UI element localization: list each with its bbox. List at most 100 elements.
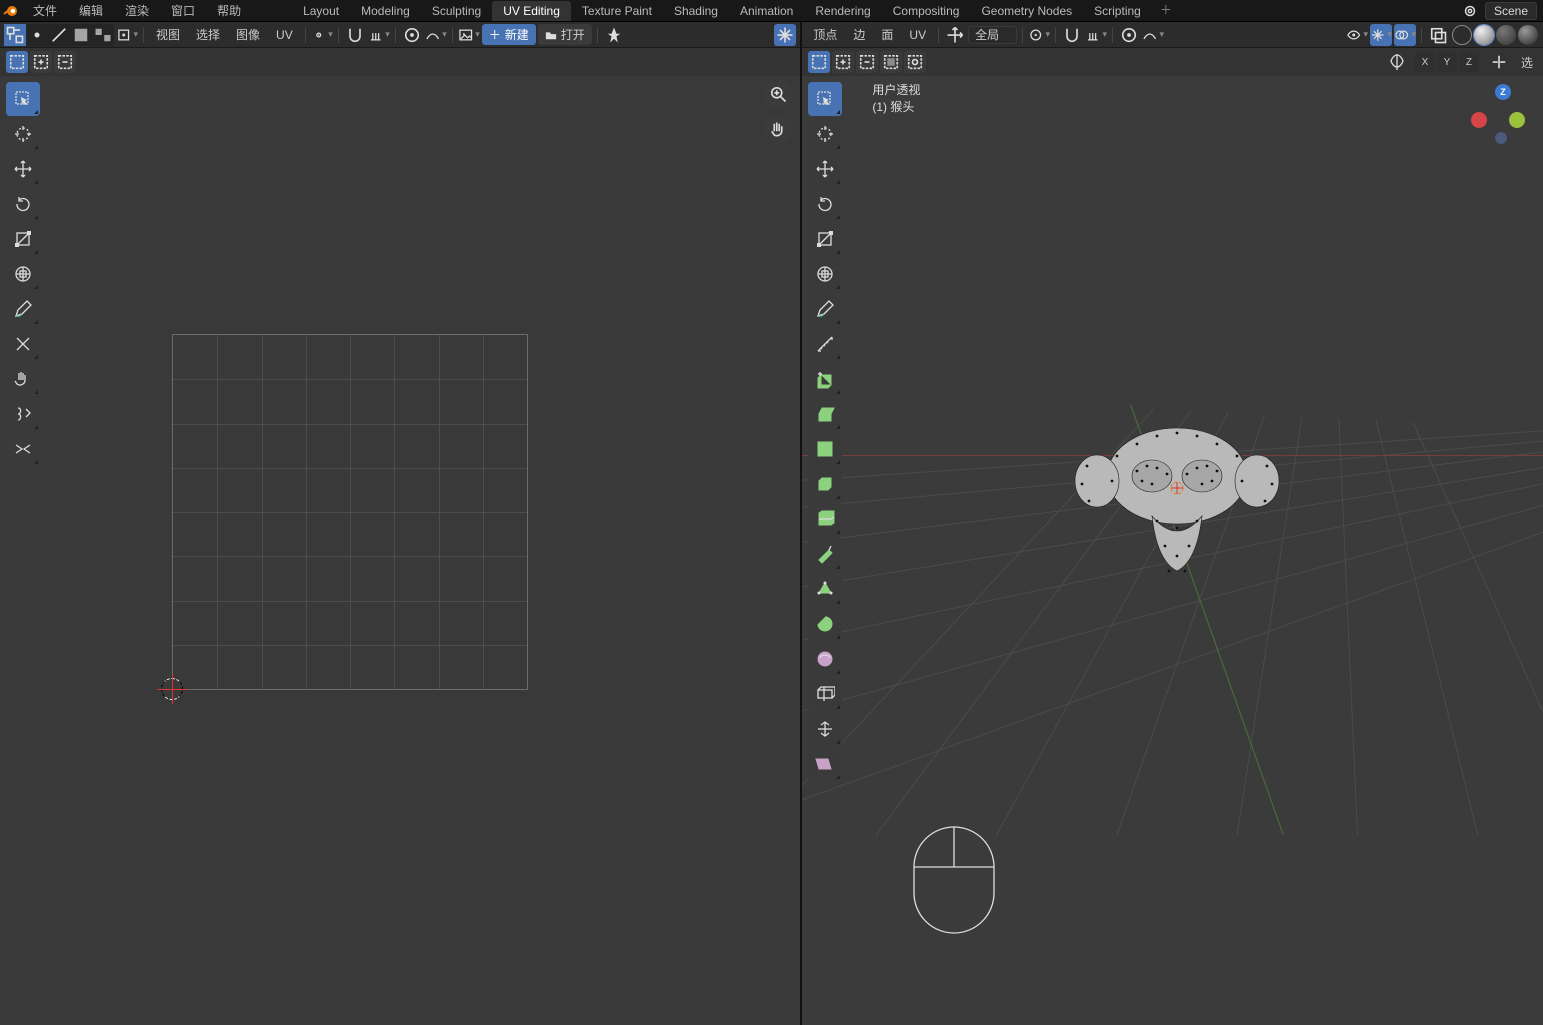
3d-menu-uv[interactable]: UV: [902, 28, 933, 42]
axis-button-y[interactable]: Y: [1437, 52, 1457, 72]
3d-visibility-icon[interactable]: [1346, 24, 1368, 46]
tool-inset[interactable]: [808, 432, 842, 466]
3d-overlay-icon[interactable]: [1394, 24, 1416, 46]
mirror-icon[interactable]: [1387, 52, 1407, 72]
tool-annotate[interactable]: [808, 292, 842, 326]
uv-snap-mode-icon[interactable]: [368, 24, 390, 46]
workspace-tab-uv-editing[interactable]: UV Editing: [492, 1, 571, 21]
scene-browse-icon[interactable]: [1461, 2, 1479, 20]
uv-proportional-falloff-icon[interactable]: [425, 24, 447, 46]
uv-pin-icon[interactable]: [603, 24, 625, 46]
navigation-gizmo[interactable]: Z: [1471, 84, 1535, 148]
tool-transform[interactable]: [808, 257, 842, 291]
3d-menu-face[interactable]: 面: [874, 26, 900, 43]
workspace-tab-compositing[interactable]: Compositing: [882, 1, 971, 21]
uv-gizmo-toggle-icon[interactable]: [774, 24, 796, 46]
tool-bevel[interactable]: [808, 467, 842, 501]
shading-matpreview-icon[interactable]: [1496, 25, 1516, 45]
uv-select-extend-1-icon[interactable]: [6, 51, 28, 73]
3d-xray-icon[interactable]: [1427, 24, 1449, 46]
workspace-tab-modeling[interactable]: Modeling: [350, 1, 421, 21]
tool-cursor[interactable]: [6, 117, 40, 151]
auto-merge-icon[interactable]: [1489, 52, 1513, 72]
3d-select-label[interactable]: 选: [1517, 54, 1537, 71]
3d-snap-mode-icon[interactable]: [1085, 24, 1107, 46]
uv-vertex-mode-icon[interactable]: [26, 24, 48, 46]
uv-pivot-icon[interactable]: [311, 24, 333, 46]
uv-new-image-button[interactable]: ＋新建: [482, 24, 536, 45]
tool-edge-slide[interactable]: [808, 677, 842, 711]
workspace-tab-geometry-nodes[interactable]: Geometry Nodes: [970, 1, 1083, 21]
3d-select-invert-icon[interactable]: [880, 51, 902, 73]
3d-orientation-select[interactable]: 全局: [968, 26, 1017, 44]
tool-spin[interactable]: [808, 607, 842, 641]
uv-viewport[interactable]: [0, 76, 800, 1025]
tool-rotate[interactable]: [6, 187, 40, 221]
tool-scale[interactable]: [6, 222, 40, 256]
tool-grab[interactable]: [6, 362, 40, 396]
3d-select-set-icon[interactable]: [808, 51, 830, 73]
menu-window[interactable]: 窗口: [160, 0, 206, 22]
3d-viewport[interactable]: 用户透视 (1) 猴头 Z: [802, 76, 1543, 1025]
uv-edge-mode-icon[interactable]: [48, 24, 70, 46]
blender-logo-icon[interactable]: [0, 0, 22, 22]
tool-poly-build[interactable]: [808, 572, 842, 606]
tool-move[interactable]: [808, 152, 842, 186]
tool-measure[interactable]: [808, 327, 842, 361]
uv-snap-toggle-icon[interactable]: [344, 24, 366, 46]
uv-menu-view[interactable]: 视图: [149, 26, 187, 43]
3d-orientation-icon[interactable]: [944, 24, 966, 46]
uv-2d-cursor-icon[interactable]: [161, 678, 183, 700]
uv-open-image-button[interactable]: 打开: [538, 24, 592, 45]
tool-add-cube[interactable]: [808, 362, 842, 396]
workspace-tab-animation[interactable]: Animation: [729, 1, 804, 21]
3d-menu-vertex[interactable]: 顶点: [806, 26, 844, 43]
workspace-tab-rendering[interactable]: Rendering: [804, 1, 881, 21]
menu-help[interactable]: 帮助: [206, 0, 252, 22]
menu-render[interactable]: 渲染: [114, 0, 160, 22]
tool-annotate[interactable]: [6, 292, 40, 326]
uv-island-mode-icon[interactable]: [92, 24, 114, 46]
3d-pivot-icon[interactable]: [1028, 24, 1050, 46]
tool-scale[interactable]: [808, 222, 842, 256]
3d-gizmo-icon[interactable]: [1370, 24, 1392, 46]
tool-pinch[interactable]: [6, 432, 40, 466]
uv-select-extend-3-icon[interactable]: [54, 51, 76, 73]
workspace-tab-layout[interactable]: Layout: [292, 1, 350, 21]
tool-loop-cut[interactable]: [808, 502, 842, 536]
3d-select-subtract-icon[interactable]: [856, 51, 878, 73]
3d-proportional-falloff-icon[interactable]: [1142, 24, 1164, 46]
3d-select-intersect-icon[interactable]: [904, 51, 926, 73]
scene-name-field[interactable]: Scene: [1485, 2, 1537, 20]
shading-rendered-icon[interactable]: [1518, 25, 1538, 45]
tool-shrink-fatten[interactable]: [808, 712, 842, 746]
uv-menu-select[interactable]: 选择: [189, 26, 227, 43]
tool-shear[interactable]: [808, 747, 842, 781]
tool-select-box[interactable]: [6, 82, 40, 116]
uv-image-dropdown-icon[interactable]: [458, 24, 480, 46]
workspace-tab-shading[interactable]: Shading: [663, 1, 729, 21]
tool-relax[interactable]: [6, 397, 40, 431]
axis-button-z[interactable]: Z: [1459, 52, 1479, 72]
workspace-add-button[interactable]: ＋: [1152, 1, 1180, 21]
uv-menu-image[interactable]: 图像: [229, 26, 267, 43]
tool-select-box[interactable]: [808, 82, 842, 116]
uv-sync-selection-icon[interactable]: [4, 24, 26, 46]
workspace-tab-texture-paint[interactable]: Texture Paint: [571, 1, 663, 21]
shading-solid-icon[interactable]: [1474, 25, 1494, 45]
tool-extrude-region[interactable]: [808, 397, 842, 431]
tool-move[interactable]: [6, 152, 40, 186]
uv-face-mode-icon[interactable]: [70, 24, 92, 46]
workspace-tab-scripting[interactable]: Scripting: [1083, 1, 1152, 21]
shading-wireframe-icon[interactable]: [1452, 25, 1472, 45]
tool-rip[interactable]: [6, 327, 40, 361]
uv-zoom-icon[interactable]: [764, 80, 792, 108]
tool-smooth[interactable]: [808, 642, 842, 676]
tool-rotate[interactable]: [808, 187, 842, 221]
3d-menu-edge[interactable]: 边: [846, 26, 872, 43]
uv-proportional-toggle-icon[interactable]: [401, 24, 423, 46]
tool-cursor[interactable]: [808, 117, 842, 151]
uv-menu-uv[interactable]: UV: [269, 28, 300, 42]
menu-edit[interactable]: 编辑: [68, 0, 114, 22]
tool-transform[interactable]: [6, 257, 40, 291]
